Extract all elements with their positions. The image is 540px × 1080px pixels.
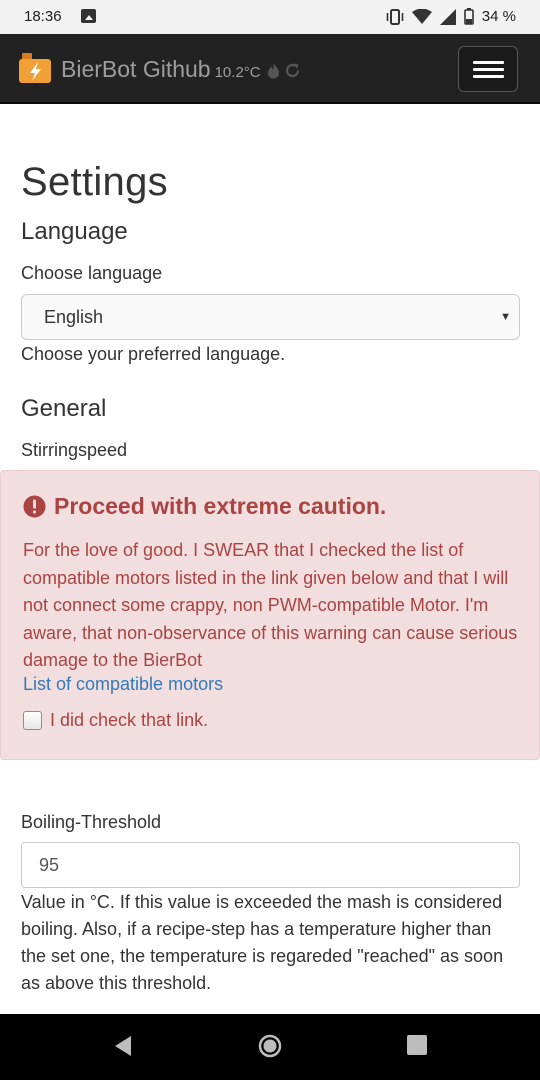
- confirm-link-checked[interactable]: I did check that link.: [23, 710, 208, 731]
- hamburger-menu-button[interactable]: [458, 46, 518, 92]
- image-icon: [81, 9, 96, 23]
- hamburger-menu-icon: [473, 61, 504, 64]
- android-nav-bar: [0, 1014, 540, 1080]
- general-heading: General: [21, 395, 107, 422]
- stirring-speed-label: Stirringspeed: [21, 440, 128, 460]
- language-label: Choose language: [21, 263, 163, 283]
- boiling-threshold-value: 95: [39, 855, 60, 875]
- home-icon[interactable]: [258, 1034, 282, 1058]
- compatible-motors-link[interactable]: List of compatible motors: [23, 674, 223, 695]
- language-selected-value: English: [44, 307, 104, 327]
- language-select[interactable]: English ▼: [21, 294, 520, 340]
- refresh-icon[interactable]: [284, 62, 301, 79]
- alert-title: Proceed with extreme caution.: [54, 493, 387, 519]
- exclamation-circle-icon: [23, 495, 46, 518]
- recents-icon[interactable]: [406, 1034, 428, 1056]
- signal-icon: [439, 8, 456, 25]
- confirm-checkbox[interactable]: [23, 711, 42, 730]
- alert-header: Proceed with extreme caution.: [23, 493, 386, 520]
- status-time: 18:36: [24, 8, 62, 25]
- boiling-threshold-help: Value in °C. If this value is exceeded t…: [21, 892, 504, 993]
- back-icon[interactable]: [112, 1034, 134, 1058]
- battery-icon: [463, 8, 474, 25]
- alert-body-text: For the love of good. I SWEAR that I che…: [23, 540, 518, 670]
- top-navbar: BierBot Github 10.2°C: [0, 34, 540, 104]
- dropdown-arrow-icon: ▼: [500, 311, 511, 323]
- language-help-text: Choose your preferred language.: [21, 344, 286, 364]
- bierbot-logo-icon[interactable]: [18, 51, 52, 85]
- status-bar: 18:36 34 %: [0, 0, 540, 34]
- brand-link[interactable]: BierBot Github 10.2°C: [61, 56, 301, 83]
- confirm-checkbox-label[interactable]: I did check that link.: [50, 710, 208, 731]
- battery-percentage: 34 %: [481, 8, 516, 25]
- wifi-icon: [411, 8, 432, 24]
- flame-icon: [267, 63, 279, 79]
- boiling-threshold-input[interactable]: 95: [21, 842, 520, 888]
- temperature-readout: 10.2°C: [214, 64, 261, 81]
- page-title: Settings: [21, 160, 168, 204]
- vibrate-icon: [386, 8, 404, 25]
- motor-warning-alert: Proceed with extreme caution. For the lo…: [0, 470, 540, 760]
- boiling-threshold-label: Boiling-Threshold: [21, 812, 162, 832]
- status-icons: 34 %: [386, 8, 516, 25]
- language-heading: Language: [21, 218, 128, 245]
- brand-name: BierBot Github: [61, 56, 211, 82]
